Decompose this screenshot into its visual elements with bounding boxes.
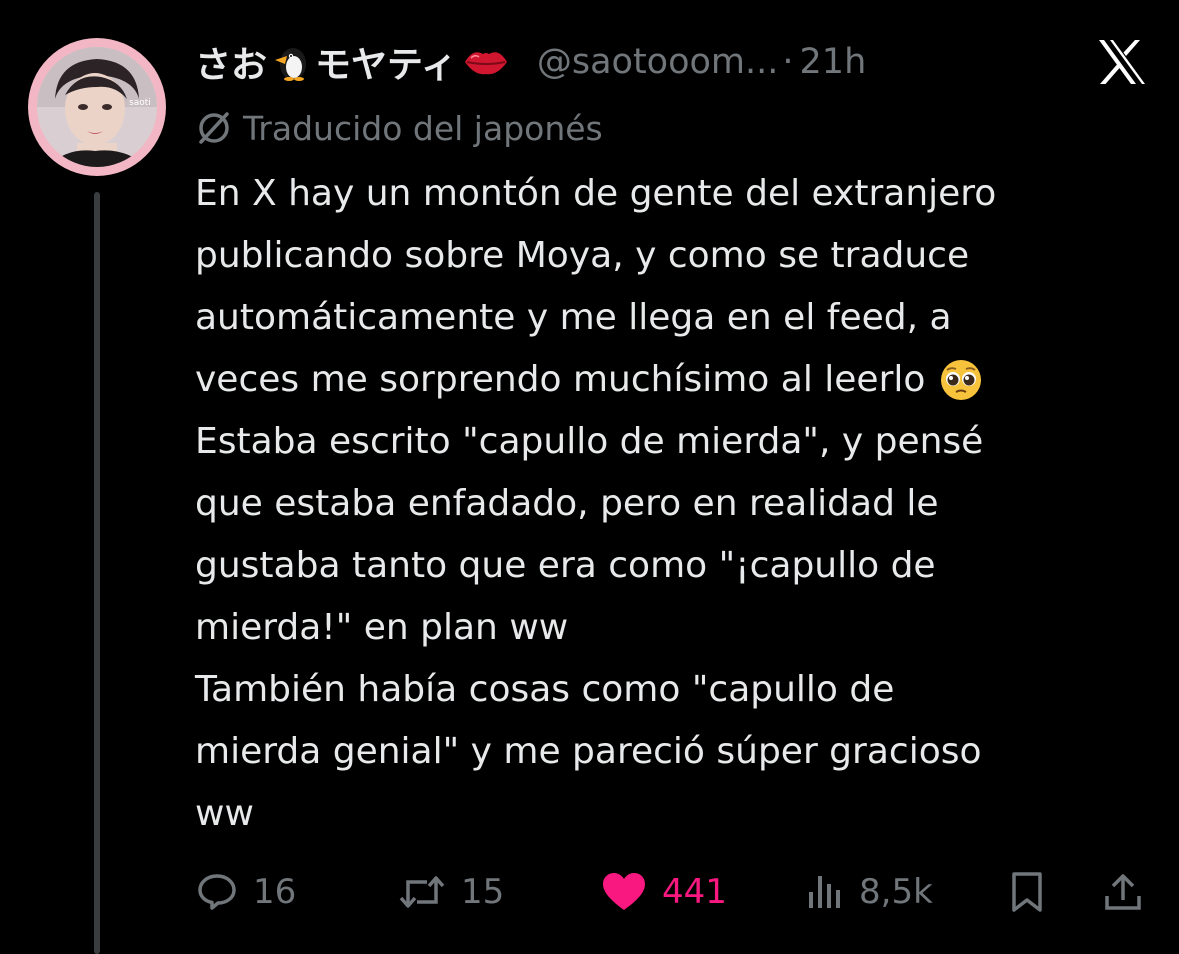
- separator-dot: ·: [782, 42, 794, 82]
- kiss-lips-icon: [461, 42, 511, 82]
- svg-text:saoti: saoti: [129, 98, 151, 108]
- tweet-line: En X hay un montón de gente del extranje…: [195, 163, 1155, 225]
- retweet-count: 15: [461, 872, 505, 912]
- views-button[interactable]: 8,5k: [805, 862, 933, 922]
- tweet-line: que estaba enfadado, pero en realidad le: [195, 473, 1155, 535]
- tweet-line-text: que estaba enfadado, pero en realidad le: [195, 483, 939, 524]
- like-button[interactable]: 441: [600, 862, 727, 922]
- avatar-image: saoti: [37, 47, 157, 167]
- x-logo-icon[interactable]: [1096, 38, 1148, 86]
- tweet-line-text: publicando sobre Moya, y como se traduce: [195, 235, 970, 276]
- penguin-icon: [271, 42, 311, 82]
- display-name-text: さお: [195, 45, 268, 86]
- reply-icon: [198, 874, 236, 910]
- display-name[interactable]: さお モヤティ: [195, 36, 515, 88]
- post-timestamp[interactable]: 21h: [800, 42, 867, 82]
- tweet-text: En X hay un montón de gente del extranje…: [195, 163, 1155, 845]
- views-count: 8,5k: [859, 872, 933, 912]
- tweet-line: gustaba tanto que era como "¡capullo de: [195, 535, 1155, 597]
- post-header: さお モヤティ @saotooom... · 21h: [195, 36, 866, 88]
- retweet-icon: [399, 876, 445, 908]
- tweet-line-text: automáticamente y me llega en el feed, a: [195, 297, 952, 338]
- tweet-line-text: En X hay un montón de gente del extranje…: [195, 173, 997, 214]
- pleading-face-icon: [939, 358, 983, 402]
- display-name-suffix: モヤティ: [315, 45, 457, 86]
- translation-label: Traducido del japonés: [195, 106, 603, 150]
- tweet-line: También había cosas como "capullo de: [195, 659, 1155, 721]
- tweet-line: mierda genial" y me pareció súper gracio…: [195, 721, 1155, 783]
- heart-icon: [603, 873, 645, 910]
- thread-connector-line: [94, 192, 100, 954]
- tweet-line: ww: [195, 783, 1155, 845]
- share-icon: [1105, 874, 1141, 910]
- tweet-line-text: mierda!" en plan ww: [195, 607, 569, 648]
- retweet-button[interactable]: 15: [397, 862, 504, 922]
- share-button[interactable]: [1101, 862, 1159, 922]
- avatar[interactable]: saoti: [28, 38, 166, 176]
- views-chart-icon: [809, 876, 840, 908]
- bookmark-button[interactable]: [1007, 862, 1061, 922]
- user-handle[interactable]: @saotooom...: [537, 42, 779, 82]
- translate-icon: [199, 112, 229, 144]
- like-count: 441: [662, 872, 727, 912]
- tweet-line-text: Estaba escrito "capullo de mierda", y pe…: [195, 421, 984, 462]
- tweet-line-text: mierda genial" y me pareció súper gracio…: [195, 731, 982, 772]
- tweet-line-text: También había cosas como "capullo de: [195, 669, 895, 710]
- bookmark-icon: [1012, 872, 1042, 912]
- tweet-line: mierda!" en plan ww: [195, 597, 1155, 659]
- tweet-line: publicando sobre Moya, y como se traduce: [195, 225, 1155, 287]
- reply-count: 16: [253, 872, 297, 912]
- tweet-line-text: gustaba tanto que era como "¡capullo de: [195, 545, 936, 586]
- translation-text: Traducido del japonés: [243, 108, 603, 148]
- reply-button[interactable]: 16: [195, 862, 296, 922]
- tweet-line: automáticamente y me llega en el feed, a: [195, 287, 1155, 349]
- tweet-line-text: ww: [195, 793, 254, 834]
- action-bar: 16 15 441 8,5k: [195, 862, 1155, 922]
- tweet-line-text: veces me sorprendo muchísimo al leerlo: [195, 359, 926, 400]
- tweet-line: veces me sorprendo muchísimo al leerlo: [195, 349, 1155, 411]
- tweet-line: Estaba escrito "capullo de mierda", y pe…: [195, 411, 1155, 473]
